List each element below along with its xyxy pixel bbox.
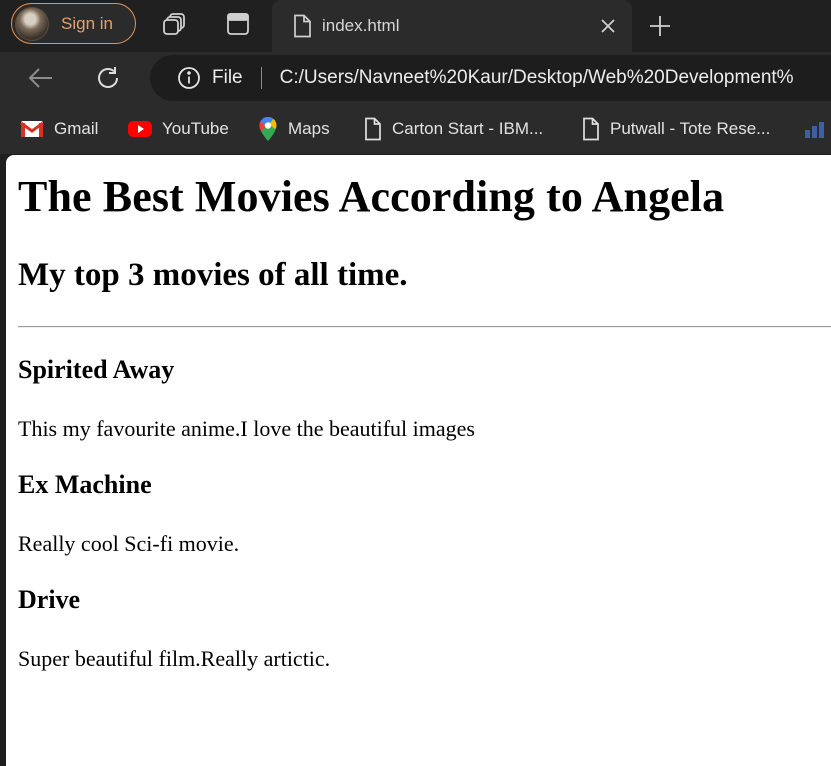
reload-icon[interactable]	[90, 60, 126, 96]
tab-index-html[interactable]: index.html	[272, 0, 632, 52]
tab-title: index.html	[322, 16, 400, 35]
page-icon	[364, 117, 382, 141]
page-subtitle: My top 3 movies of all time.	[18, 257, 408, 293]
bookmark-maps[interactable]: Maps	[258, 116, 330, 142]
bookmark-label: YouTube	[162, 119, 229, 138]
movie-description: Super beautiful film.Really artictic.	[18, 646, 331, 671]
bookmark-label: Putwall - Tote Rese...	[610, 119, 771, 138]
page-viewport: The Best Movies According to Angela My t…	[6, 155, 831, 766]
close-tab-icon[interactable]	[596, 14, 620, 38]
bookmark-carton-start[interactable]: Carton Start - IBM...	[364, 116, 543, 142]
movie-title: Drive	[18, 585, 81, 614]
movie-title: Ex Machine	[18, 470, 152, 499]
youtube-icon	[128, 120, 152, 138]
bookmark-gmail[interactable]: Gmail	[20, 116, 98, 142]
bookmark-putwall[interactable]: Putwall - Tote Rese...	[582, 116, 770, 142]
address-separator	[260, 67, 262, 89]
horizontal-rule	[18, 326, 831, 328]
bookmark-label: Carton Start - IBM...	[392, 119, 544, 138]
tab-strip: Sign in index.html	[0, 0, 831, 52]
gmail-icon	[20, 120, 44, 138]
bookmarks-bar: Gmail YouTube Maps Carton Start - IBM...…	[0, 104, 831, 154]
address-bar[interactable]: File C:/Users/Navneet%20Kaur/Desktop/Web…	[150, 55, 831, 101]
url-text[interactable]: C:/Users/Navneet%20Kaur/Desktop/Web%20De…	[280, 67, 794, 89]
profile-sign-in-label: Sign in	[61, 13, 113, 33]
bookmark-label: Gmail	[54, 119, 99, 138]
page-title: The Best Movies According to Angela	[18, 172, 725, 221]
bookmark-label: Maps	[288, 119, 330, 138]
toolbar: File C:/Users/Navneet%20Kaur/Desktop/Web…	[0, 52, 831, 104]
site-info-icon[interactable]	[176, 65, 202, 91]
maps-icon	[258, 116, 278, 142]
movie-title: Spirited Away	[18, 355, 175, 384]
movie-description: This my favourite anime.I love the beaut…	[18, 416, 475, 441]
file-page-icon	[292, 14, 312, 38]
avatar	[15, 6, 49, 41]
tab-actions-icon[interactable]	[220, 8, 256, 40]
workspaces-icon[interactable]	[157, 8, 193, 40]
movie-description: Really cool Sci-fi movie.	[18, 531, 240, 556]
scheme-label: File	[212, 67, 243, 88]
bookmark-youtube[interactable]: YouTube	[128, 116, 229, 142]
back-arrow-icon[interactable]	[23, 60, 59, 96]
new-tab-icon[interactable]	[642, 8, 678, 44]
profile-sign-in-button[interactable]: Sign in	[11, 3, 136, 44]
bookmark-overflow-chart-icon[interactable]	[803, 116, 831, 142]
page-icon	[582, 117, 600, 141]
